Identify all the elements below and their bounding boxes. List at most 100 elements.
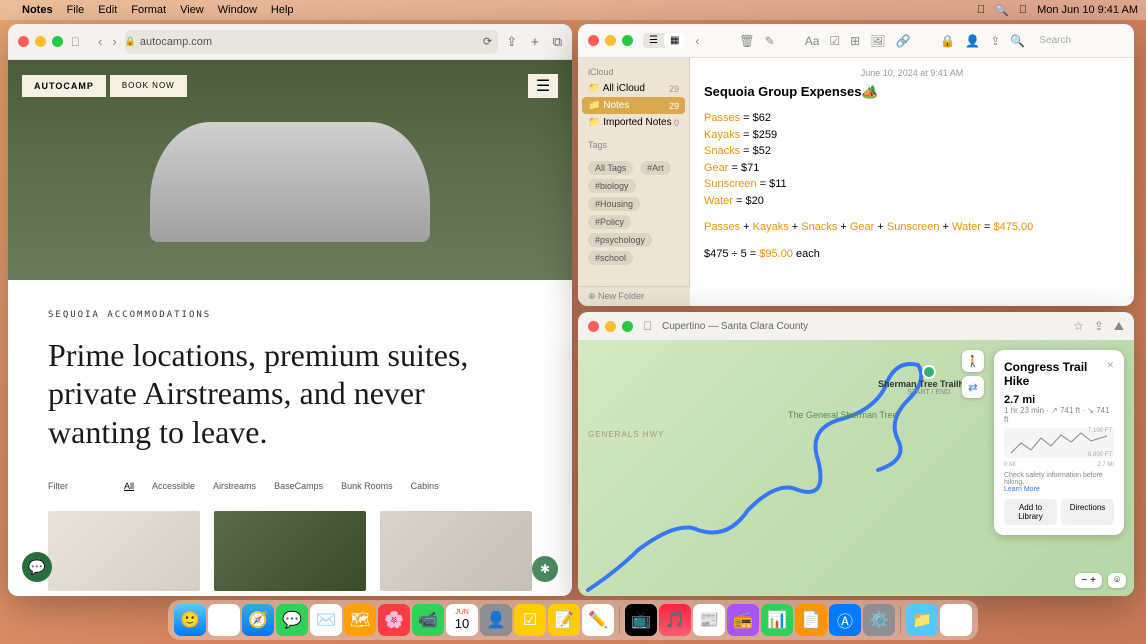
finder-icon[interactable]: 🙂 — [174, 604, 206, 636]
reload-icon[interactable]: ⟳ — [483, 35, 492, 48]
gallery-image[interactable] — [380, 511, 532, 591]
fullscreen-button[interactable] — [622, 35, 633, 46]
lock-icon[interactable]: 🔒 — [940, 34, 955, 48]
sidebar-icon[interactable]: 􀏚 — [71, 35, 80, 49]
collaborate-icon[interactable]: 👤 — [965, 34, 980, 48]
filter-cabins[interactable]: Cabins — [411, 481, 439, 491]
menu-help[interactable]: Help — [271, 4, 294, 16]
tv-icon[interactable]: 📺 — [625, 604, 657, 636]
media-icon[interactable]: 🖼 — [870, 34, 885, 48]
numbers-icon[interactable]: 📊 — [761, 604, 793, 636]
map-mode-icon[interactable]: ⛰ — [1114, 319, 1124, 334]
table-icon[interactable]: ⊞ — [850, 34, 860, 48]
chat-button[interactable]: 💬 — [22, 552, 52, 582]
search-input[interactable]: Search — [1035, 35, 1124, 46]
sidebar-imported[interactable]: 📁 Imported Notes 0 — [578, 114, 689, 131]
grid-view-icon[interactable]: ▦ — [664, 33, 685, 48]
close-button[interactable] — [588, 35, 599, 46]
minimize-button[interactable] — [605, 35, 616, 46]
pin-sherman-tree[interactable]: The General Sherman Tree — [788, 410, 898, 420]
checklist-icon[interactable]: ☑ — [829, 34, 840, 48]
safari-icon[interactable]: 🧭 — [242, 604, 274, 636]
share-icon[interactable]: ⇪ — [1094, 319, 1104, 333]
url-bar[interactable]: 🔒 autocamp.com ⟳ — [125, 30, 499, 54]
filter-bunkrooms[interactable]: Bunk Rooms — [341, 481, 393, 491]
route-options-button[interactable]: ⇄ — [962, 376, 984, 398]
contacts-icon[interactable]: 👤 — [480, 604, 512, 636]
format-icon[interactable]: Aa — [805, 34, 820, 48]
tag-school[interactable]: #school — [588, 251, 633, 265]
launchpad-icon[interactable]: ▦ — [208, 604, 240, 636]
close-card-icon[interactable]: ✕ — [1106, 360, 1114, 371]
photos-icon[interactable]: 🌸 — [378, 604, 410, 636]
tag-policy[interactable]: #Policy — [588, 215, 631, 229]
sidebar-icon[interactable]: 􀏚 — [643, 319, 652, 333]
minimize-button[interactable] — [605, 321, 616, 332]
fullscreen-button[interactable] — [622, 321, 633, 332]
freeform-icon[interactable]: ✏️ — [582, 604, 614, 636]
hiking-mode-button[interactable]: 🚶 — [962, 350, 984, 372]
filter-airstreams[interactable]: Airstreams — [213, 481, 256, 491]
maps-icon[interactable]: 🗺 — [344, 604, 376, 636]
notes-icon[interactable]: 📝 — [548, 604, 580, 636]
reminders-icon[interactable]: ☑ — [514, 604, 546, 636]
gallery-image[interactable] — [48, 511, 200, 591]
music-icon[interactable]: 🎵 — [659, 604, 691, 636]
appstore-icon[interactable]: Ⓐ — [829, 604, 861, 636]
share-icon[interactable]: ⇪ — [990, 34, 1000, 48]
share-icon[interactable]: ⇪ — [506, 34, 517, 50]
messages-icon[interactable]: 💬 — [276, 604, 308, 636]
gallery-image[interactable] — [214, 511, 366, 591]
back-icon[interactable]: ‹ — [695, 34, 699, 48]
pages-icon[interactable]: 📄 — [795, 604, 827, 636]
menu-file[interactable]: File — [67, 4, 85, 16]
settings-icon[interactable]: ⚙️ — [863, 604, 895, 636]
tag-housing[interactable]: #Housing — [588, 197, 640, 211]
menu-edit[interactable]: Edit — [98, 4, 117, 16]
site-menu-button[interactable]: ☰ — [528, 74, 558, 98]
sidebar-all-icloud[interactable]: 📁 All iCloud 29 — [578, 80, 689, 97]
note-editor[interactable]: June 10, 2024 at 9:41 AM Sequoia Group E… — [690, 58, 1134, 306]
autocamp-logo[interactable]: AUTOCAMP — [22, 75, 106, 97]
link-icon[interactable]: 🔗 — [895, 34, 910, 48]
close-button[interactable] — [588, 321, 599, 332]
podcasts-icon[interactable]: 📻 — [727, 604, 759, 636]
sidebar-notes[interactable]: 📁 Notes 29 — [582, 97, 685, 114]
news-icon[interactable]: 📰 — [693, 604, 725, 636]
tag-psychology[interactable]: #psychology — [588, 233, 652, 247]
map-canvas[interactable]: Sherman Tree Trailhead START / END The G… — [578, 340, 1134, 596]
new-folder-button[interactable]: ⊕ New Folder — [578, 286, 690, 306]
zoom-control[interactable]: −+ — [1075, 573, 1102, 588]
compass-control[interactable]: ⌾ — [1108, 573, 1126, 588]
filter-accessible[interactable]: Accessible — [152, 481, 195, 491]
tag-art[interactable]: #Art — [640, 161, 671, 175]
book-now-button[interactable]: BOOK NOW — [110, 75, 187, 97]
fullscreen-button[interactable] — [52, 36, 63, 47]
add-to-library-button[interactable]: Add to Library — [1004, 499, 1057, 525]
close-button[interactable] — [18, 36, 29, 47]
downloads-icon[interactable]: 📁 — [906, 604, 938, 636]
wifi-icon[interactable]: 􀙇 — [977, 4, 985, 16]
bookmark-icon[interactable]: ☆ — [1073, 319, 1084, 333]
compose-icon[interactable]: ✎ — [765, 34, 775, 48]
menu-format[interactable]: Format — [131, 4, 166, 16]
tabs-icon[interactable]: ⧉ — [553, 34, 562, 50]
view-toggle[interactable]: ☰ ▦ — [643, 33, 685, 48]
menu-view[interactable]: View — [180, 4, 204, 16]
new-tab-icon[interactable]: + — [531, 34, 539, 50]
search-icon[interactable]: 🔍 — [995, 4, 1009, 17]
tag-all[interactable]: All Tags — [588, 161, 633, 175]
filter-all[interactable]: All — [124, 481, 134, 491]
accessibility-button[interactable]: ✱ — [532, 556, 558, 582]
forward-button[interactable]: › — [112, 34, 116, 49]
tag-biology[interactable]: #biology — [588, 179, 636, 193]
directions-button[interactable]: Directions — [1061, 499, 1114, 525]
facetime-icon[interactable]: 📹 — [412, 604, 444, 636]
app-menu[interactable]: Notes — [22, 4, 53, 16]
back-button[interactable]: ‹ — [98, 34, 102, 49]
trash-icon[interactable]: 🗑 — [940, 604, 972, 636]
clock[interactable]: Mon Jun 10 9:41 AM — [1037, 4, 1138, 16]
minimize-button[interactable] — [35, 36, 46, 47]
control-center-icon[interactable]: 􀜊 — [1019, 4, 1027, 16]
mail-icon[interactable]: ✉️ — [310, 604, 342, 636]
